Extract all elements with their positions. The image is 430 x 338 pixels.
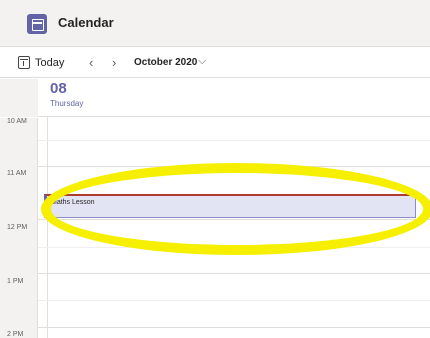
hour-line	[38, 327, 430, 328]
next-arrow-icon[interactable]: ›	[112, 55, 116, 70]
half-hour-line	[38, 140, 430, 141]
day-number: 08	[50, 80, 67, 97]
previous-arrow-icon[interactable]: ‹	[89, 55, 93, 70]
time-label: 1 PM	[7, 278, 24, 285]
hour-line	[38, 273, 430, 274]
hour-line	[38, 219, 430, 220]
day-grid[interactable]	[0, 118, 430, 338]
event-maths-lesson[interactable]: Maths Lesson	[44, 194, 416, 218]
half-hour-line	[38, 300, 430, 301]
chevron-down-icon[interactable]: ⌵	[198, 55, 206, 68]
time-label: 11 AM	[7, 170, 27, 177]
time-label: 12 PM	[7, 224, 28, 231]
app-header: Calendar	[0, 0, 430, 47]
time-label: 10 AM	[7, 118, 27, 125]
hour-line	[38, 166, 430, 167]
calendar-icon	[27, 14, 47, 34]
calendar-toolbar: Today ‹ › October 2020 ⌵	[0, 48, 430, 78]
today-button[interactable]: Today	[35, 57, 64, 69]
event-title: Maths Lesson	[51, 199, 95, 206]
today-icon[interactable]	[18, 56, 30, 69]
time-gutter-header	[0, 79, 38, 117]
time-label: 2 PM	[7, 331, 24, 338]
month-selector[interactable]: October 2020	[134, 57, 197, 68]
day-name: Thursday	[50, 99, 84, 108]
app-title: Calendar	[58, 15, 114, 30]
grid-divider	[47, 117, 48, 338]
half-hour-line	[38, 247, 430, 248]
